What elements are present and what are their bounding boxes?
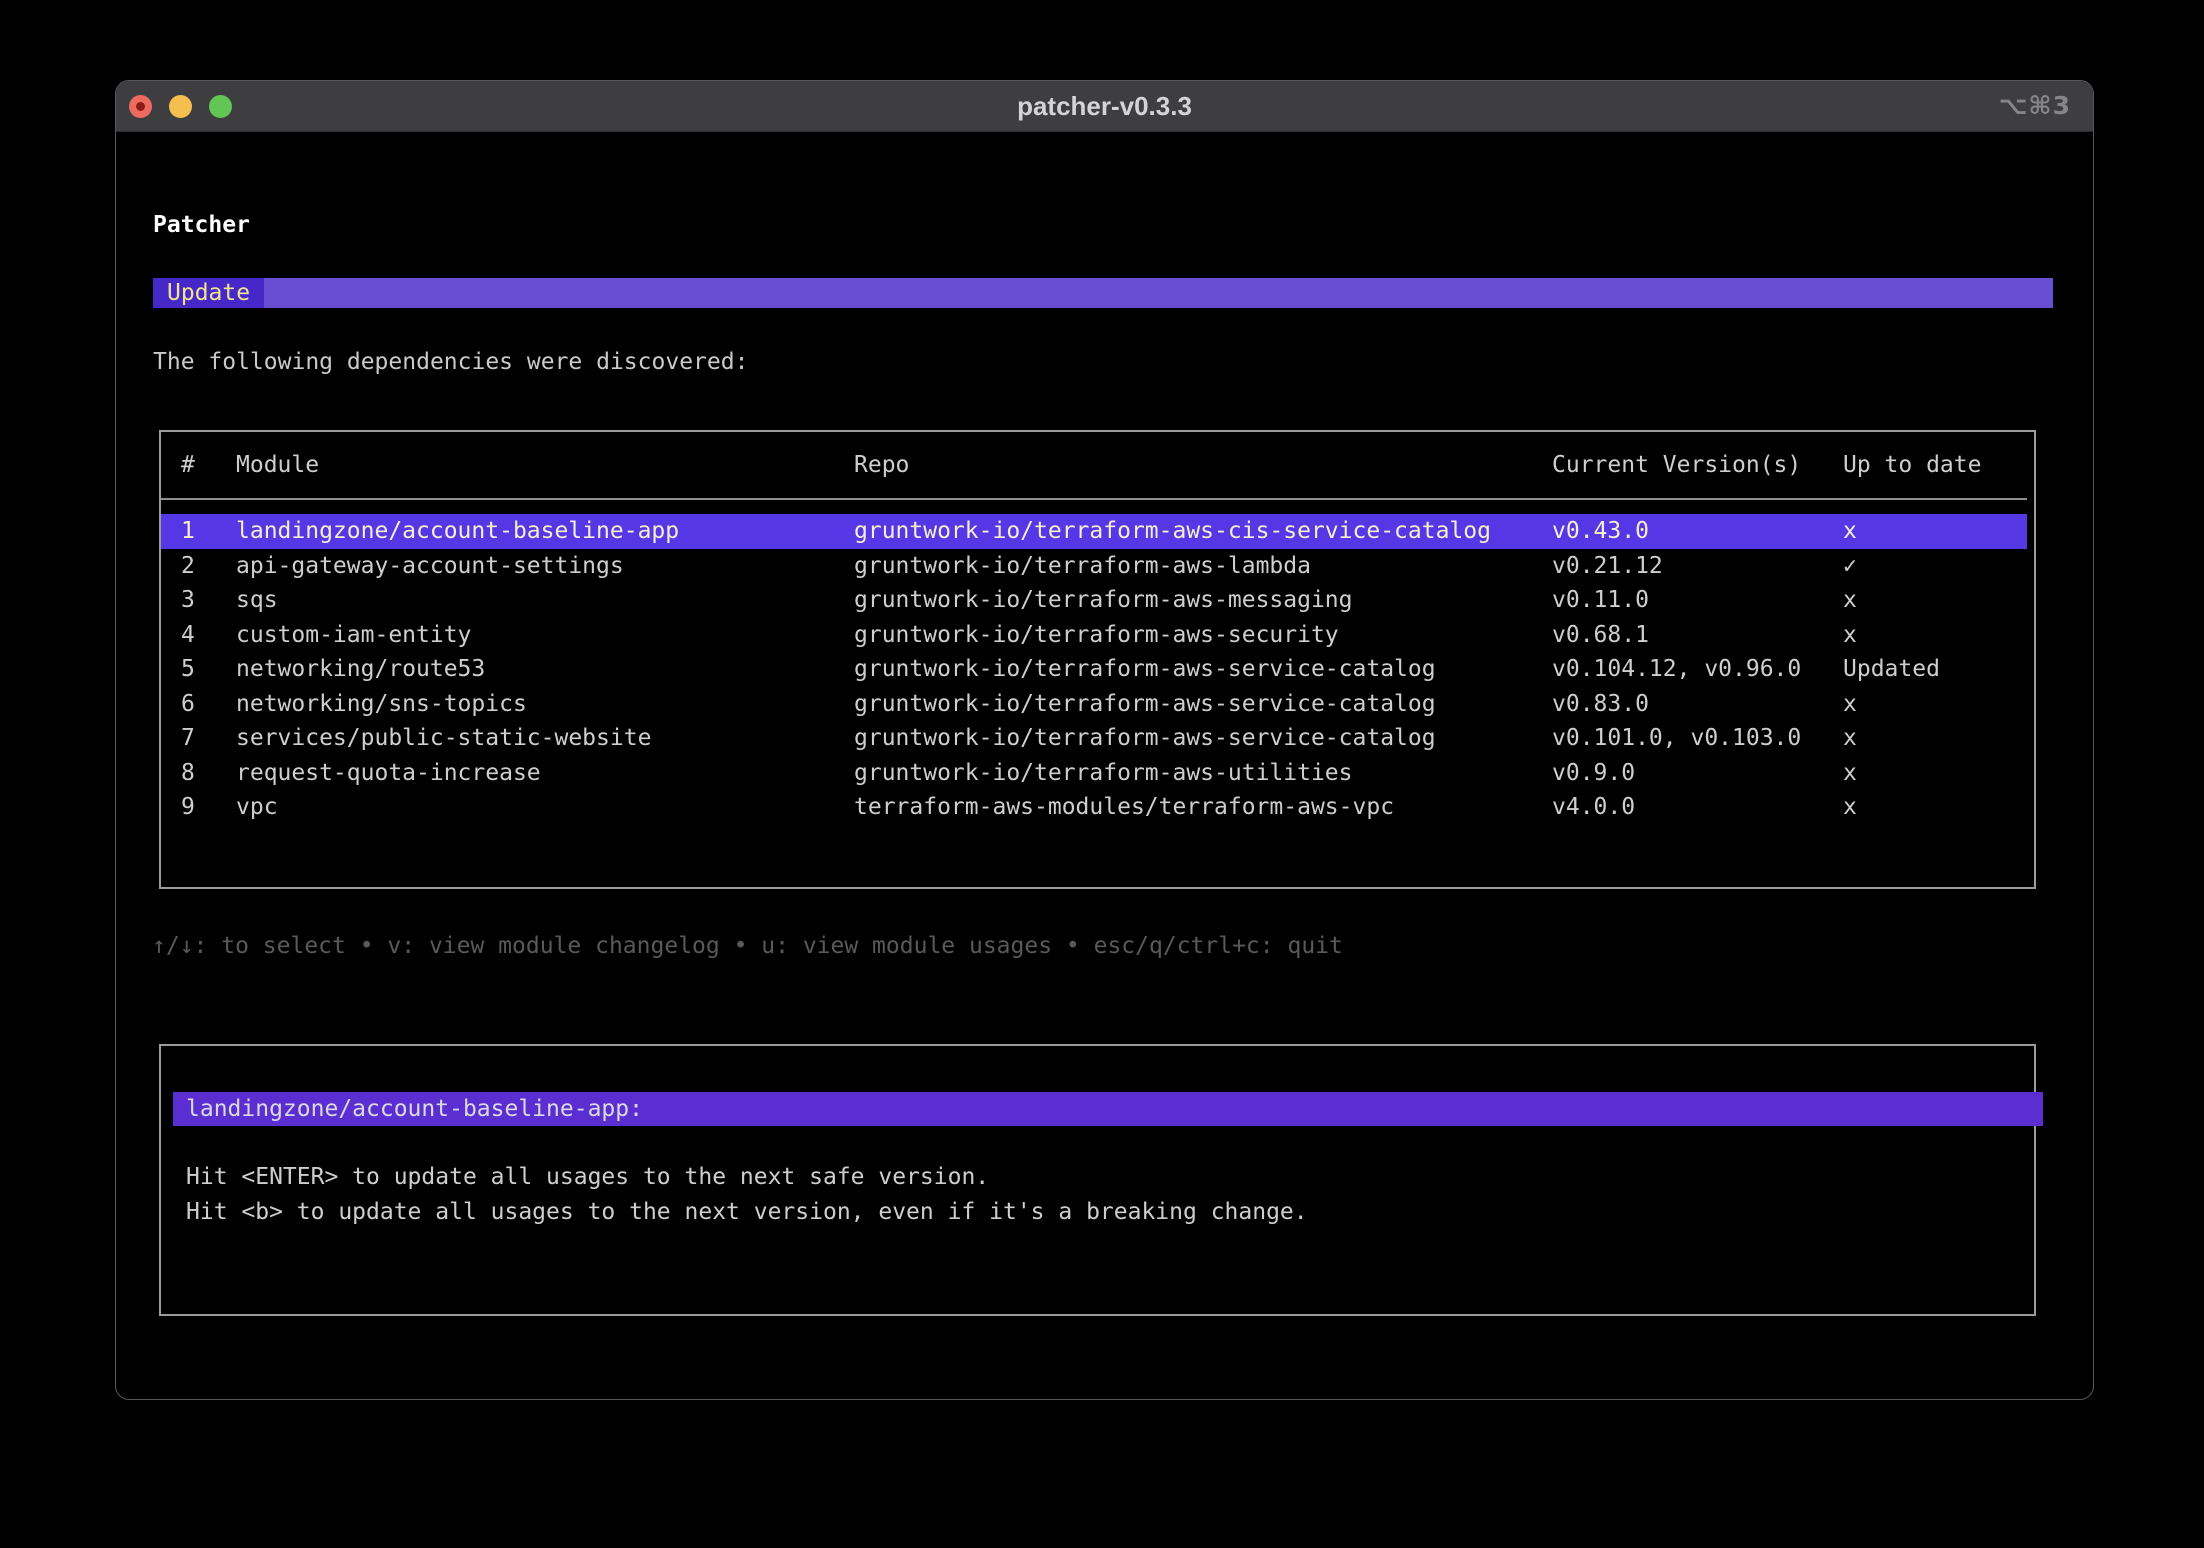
- row-repo: gruntwork-io/terraform-aws-service-catal…: [854, 687, 1552, 722]
- row-status: x: [1843, 721, 2027, 756]
- header-module: Module: [236, 432, 854, 498]
- row-module: sqs: [236, 583, 854, 618]
- row-module: networking/route53: [236, 652, 854, 687]
- app-heading: Patcher: [153, 210, 250, 240]
- row-status: x: [1843, 687, 2027, 722]
- table-row[interactable]: 5 networking/route53 gruntwork-io/terraf…: [161, 652, 2027, 687]
- row-repo: gruntwork-io/terraform-aws-utilities: [854, 756, 1552, 791]
- table-row[interactable]: 8 request-quota-increase gruntwork-io/te…: [161, 756, 2027, 791]
- row-version: v0.68.1: [1552, 618, 1843, 653]
- row-status: x: [1843, 756, 2027, 791]
- table-row[interactable]: 1 landingzone/account-baseline-app grunt…: [161, 514, 2027, 549]
- intro-text: The following dependencies were discover…: [153, 345, 748, 379]
- tab-bar: Update: [153, 278, 2053, 308]
- row-repo: gruntwork-io/terraform-aws-service-catal…: [854, 721, 1552, 756]
- row-module: vpc: [236, 790, 854, 825]
- terminal-window: patcher-v0.3.3 ⌥⌘3 Patcher Update The fo…: [115, 80, 2094, 1400]
- row-number: 6: [181, 687, 236, 722]
- row-status: x: [1843, 790, 2027, 825]
- row-number: 8: [181, 756, 236, 791]
- selected-module-label: landingzone/account-baseline-app:: [186, 1096, 643, 1122]
- row-version: v0.11.0: [1552, 583, 1843, 618]
- row-repo: gruntwork-io/terraform-aws-security: [854, 618, 1552, 653]
- table-header-row: # Module Repo Current Version(s) Up to d…: [161, 432, 2027, 500]
- row-status: Updated: [1843, 652, 2027, 687]
- table-row[interactable]: 2 api-gateway-account-settings gruntwork…: [161, 549, 2027, 584]
- row-version: v4.0.0: [1552, 790, 1843, 825]
- row-status: ✓: [1843, 549, 2027, 584]
- header-number: #: [181, 432, 236, 498]
- row-number: 3: [181, 583, 236, 618]
- row-number: 1: [181, 514, 236, 549]
- tab-update[interactable]: Update: [153, 278, 264, 308]
- hint-breaking: Hit <b> to update all usages to the next…: [186, 1195, 1308, 1230]
- row-repo: gruntwork-io/terraform-aws-lambda: [854, 549, 1552, 584]
- selected-module-bar: landingzone/account-baseline-app:: [173, 1092, 2043, 1126]
- table-body: 1 landingzone/account-baseline-app grunt…: [161, 514, 2034, 825]
- dependencies-table: # Module Repo Current Version(s) Up to d…: [159, 430, 2036, 889]
- row-module: landingzone/account-baseline-app: [236, 514, 854, 549]
- row-number: 2: [181, 549, 236, 584]
- row-number: 4: [181, 618, 236, 653]
- row-module: api-gateway-account-settings: [236, 549, 854, 584]
- table-row[interactable]: 7 services/public-static-website gruntwo…: [161, 721, 2027, 756]
- header-current-versions: Current Version(s): [1552, 432, 1843, 498]
- titlebar[interactable]: patcher-v0.3.3 ⌥⌘3: [116, 81, 2093, 132]
- row-status: x: [1843, 618, 2027, 653]
- row-version: v0.43.0: [1552, 514, 1843, 549]
- detail-panel: landingzone/account-baseline-app: Hit <E…: [159, 1044, 2036, 1316]
- row-version: v0.104.12, v0.96.0: [1552, 652, 1843, 687]
- table-row[interactable]: 3 sqs gruntwork-io/terraform-aws-messagi…: [161, 583, 2027, 618]
- header-up-to-date: Up to date: [1843, 432, 2027, 498]
- terminal-content: Patcher Update The following dependencie…: [116, 132, 2093, 1399]
- help-bar: ↑/↓: to select • v: view module changelo…: [152, 929, 1343, 963]
- row-module: custom-iam-entity: [236, 618, 854, 653]
- row-number: 7: [181, 721, 236, 756]
- window-title: patcher-v0.3.3: [116, 81, 2093, 131]
- row-module: networking/sns-topics: [236, 687, 854, 722]
- row-repo: gruntwork-io/terraform-aws-cis-service-c…: [854, 514, 1552, 549]
- table-row[interactable]: 4 custom-iam-entity gruntwork-io/terrafo…: [161, 618, 2027, 653]
- row-number: 9: [181, 790, 236, 825]
- row-module: request-quota-increase: [236, 756, 854, 791]
- row-version: v0.9.0: [1552, 756, 1843, 791]
- row-version: v0.21.12: [1552, 549, 1843, 584]
- row-version: v0.101.0, v0.103.0: [1552, 721, 1843, 756]
- row-repo: gruntwork-io/terraform-aws-messaging: [854, 583, 1552, 618]
- row-status: x: [1843, 514, 2027, 549]
- header-repo: Repo: [854, 432, 1552, 498]
- row-repo: terraform-aws-modules/terraform-aws-vpc: [854, 790, 1552, 825]
- row-repo: gruntwork-io/terraform-aws-service-catal…: [854, 652, 1552, 687]
- row-version: v0.83.0: [1552, 687, 1843, 722]
- table-row[interactable]: 6 networking/sns-topics gruntwork-io/ter…: [161, 687, 2027, 722]
- row-module: services/public-static-website: [236, 721, 854, 756]
- detail-hints: Hit <ENTER> to update all usages to the …: [186, 1160, 1308, 1229]
- hint-enter: Hit <ENTER> to update all usages to the …: [186, 1160, 1308, 1195]
- table-row[interactable]: 9 vpc terraform-aws-modules/terraform-aw…: [161, 790, 2027, 825]
- row-status: x: [1843, 583, 2027, 618]
- window-shortcut-badge: ⌥⌘3: [1999, 81, 2071, 131]
- row-number: 5: [181, 652, 236, 687]
